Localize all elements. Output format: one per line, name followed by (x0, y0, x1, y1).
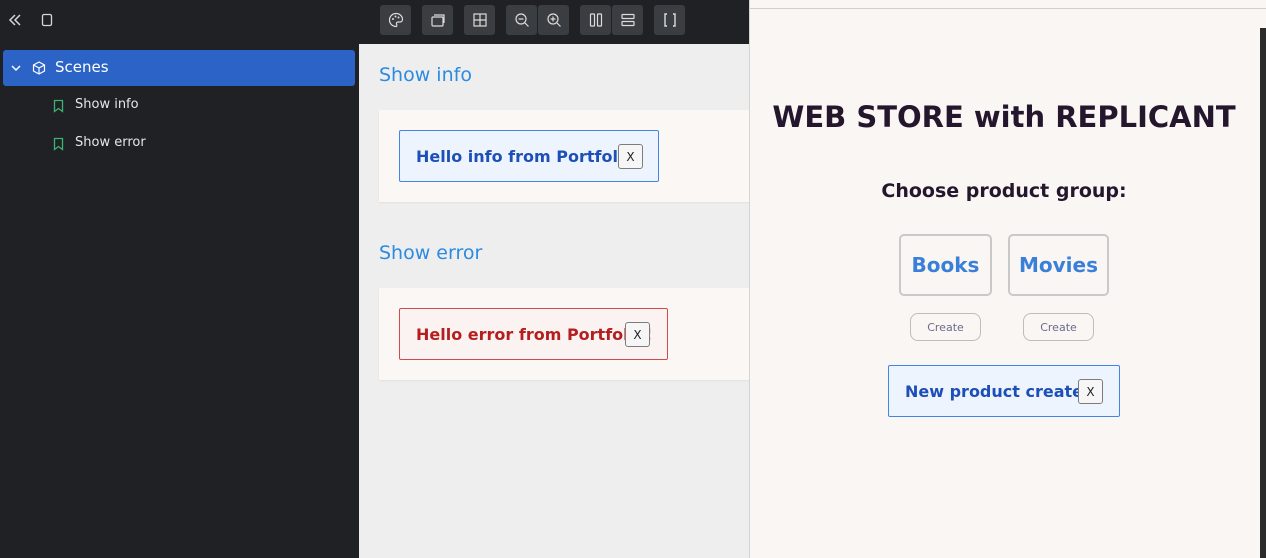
story-canvas: Show info Hello info from Portfolio! X S… (359, 44, 749, 558)
error-toast: Hello error from Portfolio! X (399, 308, 668, 360)
sidebar: Scenes Show info Show error (0, 0, 359, 558)
sidebar-item-show-info[interactable]: Show info (0, 91, 359, 121)
books-button[interactable]: Books (899, 234, 992, 296)
close-toast-button[interactable]: X (625, 322, 650, 347)
story-title-show-info[interactable]: Show info (379, 64, 472, 86)
sidebar-item-label: Scenes (55, 58, 109, 76)
rows-icon (620, 13, 635, 27)
grid-icon (472, 13, 487, 27)
scrollbar[interactable] (1260, 28, 1266, 558)
divider (750, 8, 1266, 9)
sidebar-item-label: Show error (75, 135, 146, 150)
page-subtitle: Choose product group: (881, 180, 1127, 202)
layers-icon (430, 14, 445, 27)
sidebar-item-label: Show info (75, 97, 139, 112)
zoom-out-icon (514, 13, 529, 27)
split-columns-button[interactable] (580, 5, 611, 35)
bookmark-icon (52, 137, 65, 156)
sidebar-header (0, 0, 359, 40)
toast-message: Hello error from Portfolio! (416, 324, 653, 344)
chevron-down-icon (9, 61, 23, 80)
columns-icon (589, 13, 602, 27)
bookmark-icon (52, 99, 65, 118)
movies-button[interactable]: Movies (1008, 234, 1109, 296)
collapse-sidebar-icon[interactable] (5, 10, 25, 30)
palette-button[interactable] (380, 5, 411, 35)
zoom-out-button[interactable] (506, 5, 537, 35)
grid-button[interactable] (464, 5, 495, 35)
mobile-device-icon[interactable] (37, 10, 57, 30)
product-created-toast: New product created! X (888, 365, 1120, 417)
create-movie-button[interactable]: Create (1023, 313, 1094, 341)
toolbar (359, 0, 749, 40)
zoom-in-button[interactable] (538, 5, 569, 35)
story-title-show-error[interactable]: Show error (379, 242, 482, 264)
sidebar-item-scenes[interactable]: Scenes (3, 50, 355, 86)
palette-icon (388, 12, 403, 28)
fullscreen-button[interactable] (654, 5, 685, 35)
toast-message: Hello info from Portfolio! (416, 146, 642, 166)
close-toast-button[interactable]: X (618, 144, 643, 169)
story-card-show-error: Hello error from Portfolio! X (379, 288, 749, 380)
preview-panel: WEB STORE with REPLICANT Choose product … (749, 0, 1266, 558)
page-title: WEB STORE with REPLICANT (772, 100, 1236, 134)
close-toast-button[interactable]: X (1078, 379, 1103, 404)
background-button[interactable] (422, 5, 453, 35)
sidebar-item-show-error[interactable]: Show error (0, 129, 359, 159)
story-card-show-info: Hello info from Portfolio! X (379, 110, 749, 202)
create-book-button[interactable]: Create (910, 313, 981, 341)
cube-icon (31, 60, 47, 81)
info-toast: Hello info from Portfolio! X (399, 130, 659, 182)
brackets-icon (663, 13, 676, 27)
toast-message: New product created! (905, 381, 1102, 401)
zoom-in-icon (546, 13, 561, 27)
split-rows-button[interactable] (612, 5, 643, 35)
